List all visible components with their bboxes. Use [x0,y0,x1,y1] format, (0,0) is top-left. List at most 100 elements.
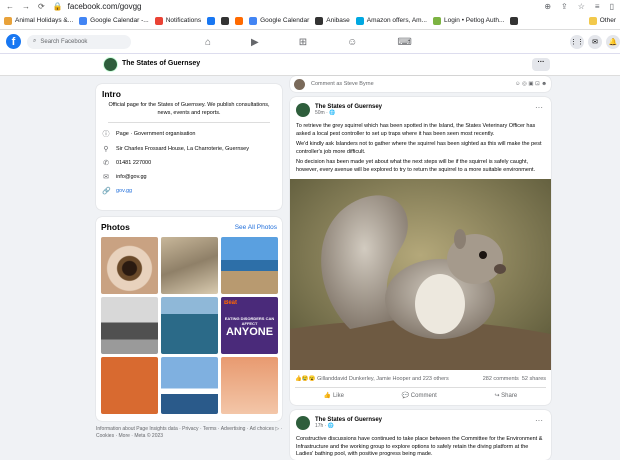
page-avatar[interactable] [103,57,118,72]
comments-count[interactable]: 282 comments [483,376,519,382]
post-time[interactable]: 50m · 🌐 [315,110,382,116]
address-bar[interactable]: 🔒 facebook.com/govgg [53,2,537,11]
user-avatar [294,78,305,90]
bookmark-item[interactable]: Google Calendar -... [79,16,149,25]
photo-thumb[interactable] [101,297,158,354]
photo-thumb[interactable] [221,357,278,414]
post-author-avatar[interactable] [296,416,310,430]
search-input[interactable]: ⌕ Search Facebook [27,34,131,49]
post-paragraph: Constructive discussions have continued … [296,436,543,457]
post-more-icon[interactable]: ··· [535,416,543,425]
bookmark-item[interactable]: Animal Holidays &... [4,16,73,25]
intro-email[interactable]: info@gov.gg [116,174,147,180]
photos-title: Photos [101,222,130,232]
share-label: Share [501,393,518,399]
bookmark-label: Amazon offers, Am... [366,17,427,24]
reactions-row[interactable]: 👍😢😮 Gillanddavid Dunkerley, Jamie Hooper… [295,376,546,382]
photo-thumb[interactable] [101,357,158,414]
photo-thumb[interactable]: Beat EATING DISORDERS CAN AFFECT ANYONE [221,297,278,354]
extensions-icon[interactable]: ≡ [595,2,600,11]
groups-icon[interactable]: ☺ [347,37,357,48]
shares-count[interactable]: 52 shares [522,376,546,382]
link-icon: 🔗 [102,188,111,195]
lock-icon: 🔒 [52,1,63,11]
other-bookmarks[interactable]: Other [588,16,616,25]
share-icon[interactable]: ⇪ [561,2,568,11]
facebook-logo[interactable]: f [6,34,21,49]
reaction-icons: 👍😢😮 [295,376,318,382]
photo-thumb[interactable] [161,357,218,414]
comment-icon: 💬 [401,393,411,399]
page-title[interactable]: The States of Guernsey [122,60,200,67]
bookmark-label: Google Calendar -... [90,17,149,24]
bookmark-favicon-icon [510,16,519,25]
marketplace-icon[interactable]: ⊞ [299,37,307,48]
intro-category: Page · Government organisation [116,131,196,137]
bookmark-item[interactable] [510,16,519,25]
bookmark-item[interactable] [235,16,244,25]
page-footer: Information about Page Insights data · P… [96,426,283,439]
watch-icon[interactable]: ▶ [251,37,259,48]
post-paragraph: We'd kindly ask Islanders not to gather … [296,141,542,155]
intro-description: Official page for the States of Guernsey… [108,102,270,123]
gaming-icon[interactable]: ⌨ [397,37,411,48]
tile-eating-text: EATING DISORDERS CAN AFFECT [224,316,275,326]
like-button[interactable]: 👍 Like [324,392,344,399]
bookmark-label: Google Calendar [260,17,310,24]
url-text: facebook.com/govgg [67,1,142,11]
bookmark-item[interactable]: Google Calendar [249,16,310,25]
bookmark-item[interactable]: Anibase [315,16,350,25]
bookmark-star-icon[interactable]: ☆ [578,2,585,11]
post-paragraph: No decision has been made yet about what… [296,159,536,173]
messenger-icon[interactable]: ✉ [588,35,602,49]
comment-input[interactable]: Comment as Steve Byrne [311,81,509,87]
intro-phone: 01481 227000 [116,160,152,166]
like-icon: 👍 [323,393,333,399]
bookmark-favicon-icon [4,16,12,25]
bookmark-item[interactable]: Login • Petlog Auth... [433,16,504,25]
bookmark-item[interactable]: Notifications [154,16,202,25]
notifications-icon[interactable]: 🔔 [606,35,620,49]
photo-thumb[interactable] [161,297,218,354]
post-time[interactable]: 17h · 🌐 [315,423,382,429]
share-button[interactable]: ↪ Share [494,392,517,399]
page-header-bar: The States of Guernsey ··· [0,54,620,76]
forward-icon[interactable]: → [22,2,30,11]
intro-title: Intro [102,89,121,99]
squirrel-photo[interactable] [290,179,551,370]
photos-card: Photos See All Photos Beat EATING DISORD… [96,217,282,421]
intro-website[interactable]: gov.gg [116,188,132,194]
bookmark-item[interactable] [207,16,216,25]
post-text: To retrieve the grey squirrel which has … [290,117,551,174]
bookmark-favicon-icon [79,16,88,25]
phone-icon: ✆ [103,160,109,167]
bookmark-favicon-icon [221,16,230,25]
location-pin-icon: ⚲ [103,146,109,153]
intro-card: Intro Official page for the States of Gu… [96,84,282,210]
back-icon[interactable]: ← [6,2,14,11]
zoom-icon[interactable]: ⊕ [544,2,551,11]
post-more-icon[interactable]: ··· [535,103,543,112]
comment-label: Comment [410,393,437,399]
bookmark-label: Notifications [165,17,202,24]
photo-thumb[interactable] [221,237,278,294]
emoji-icons[interactable]: ☺ ◎ ▣ ⊡ ☻ [515,81,547,87]
photo-thumb[interactable] [161,237,218,294]
see-all-photos-link[interactable]: See All Photos [235,224,277,231]
bookmark-favicon-icon [433,16,441,25]
comment-button[interactable]: 💬 Comment [402,392,437,399]
post-author-avatar[interactable] [296,103,310,117]
photo-thumb[interactable] [101,237,158,294]
sidepanel-icon[interactable]: ▯ [610,2,614,11]
bookmark-item[interactable] [221,16,230,25]
post-card-2: The States of Guernsey 17h · 🌐 ··· Const… [290,410,551,460]
tile-beat-text: Beat [224,300,238,306]
bookmark-favicon-icon [315,16,324,25]
more-options-button[interactable]: ··· [532,58,550,71]
intro-address: Sir Charles Frossard House, La Charroter… [116,146,249,152]
reload-icon[interactable]: ⟳ [38,2,45,11]
bookmark-favicon-icon [249,16,258,25]
bookmark-item[interactable]: Amazon offers, Am... [355,16,427,25]
menu-grid-icon[interactable]: ⋮⋮ [570,35,584,49]
home-icon[interactable]: ⌂ [205,37,211,48]
